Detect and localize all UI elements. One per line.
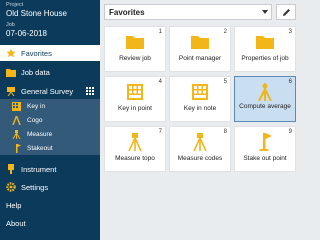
sub-item-key-in[interactable]: Key in [0,99,100,113]
keypad-icon [127,84,143,100]
tile-label: Measure topo [115,155,155,162]
sub-item-label: Measure [27,130,53,138]
tile-compute-average[interactable]: 6 Compute average [234,76,296,122]
instrument-icon [6,164,16,174]
keypad-icon [12,101,21,111]
favorites-grid: 1 Review job 2 Point manager 3 Propertie… [104,26,296,172]
grid-icon[interactable] [86,87,94,95]
tile-label: Review job [119,55,151,62]
folder-icon [126,36,144,49]
nav-label-job-data: Job data [21,67,50,77]
sub-item-cogo[interactable]: Cogo [0,113,100,127]
edit-button[interactable] [276,4,296,20]
chevron-down-icon [262,10,268,14]
nav-label-instrument: Instrument [21,164,57,174]
stakeout-icon [259,133,272,151]
nav-item-job-data[interactable]: Job data [0,64,100,80]
nav-label-help: Help [6,200,22,210]
tile-measure-codes[interactable]: 8 Measure codes [169,126,231,172]
folder-icon [6,67,16,77]
nav-item-general-survey[interactable]: General Survey [0,83,100,99]
tile-properties-of-job[interactable]: 3 Properties of job [234,26,296,72]
survey-icon [6,86,16,96]
tile-label: Measure codes [177,155,223,162]
sub-item-label: Stakeout [27,144,53,152]
nav-label-general-survey: General Survey [21,86,74,96]
dropdown-value: Favorites [109,7,145,17]
tile-label: Stake out point [243,155,287,162]
general-survey-submenu: Key in Cogo Measure Stakeout [0,99,100,155]
tripod-icon [12,129,21,139]
favorites-dropdown[interactable]: Favorites [104,4,272,20]
nav-menu: Favorites Job data General Survey Key in [0,45,100,231]
sub-item-measure[interactable]: Measure [0,127,100,141]
main-panel: Favorites 1 Review job 2 Point manager 3… [100,0,300,240]
tripod-icon [128,133,142,151]
folder-icon [191,36,209,49]
job-name: 07-06-2018 [6,29,47,38]
sidebar: Project Old Stone House Job 07-06-2018 F… [0,0,100,240]
tile-key-in-note[interactable]: 5 Key in note [169,76,231,122]
keypad-icon [192,84,208,100]
gear-icon [6,182,16,192]
tile-label: Point manager [178,55,222,62]
tile-label: Properties of job [241,55,289,62]
tile-review-job[interactable]: 1 Review job [104,26,166,72]
tile-key-in-point[interactable]: 4 Key in point [104,76,166,122]
compass-icon [12,115,21,125]
tile-label: Key in point [118,105,152,112]
nav-label-settings: Settings [21,182,49,192]
stakeout-icon [12,143,21,153]
tile-label: Compute average [239,103,291,110]
nav-item-help[interactable]: Help [0,197,100,213]
nav-item-about[interactable]: About [0,215,100,231]
nav-item-instrument[interactable]: Instrument [0,161,100,177]
folder-icon [256,36,274,49]
nav-label-favorites: Favorites [21,48,52,58]
nav-label-about: About [6,218,26,228]
tile-label: Key in note [183,105,217,112]
sub-item-label: Key in [27,102,46,110]
project-label: Project [6,2,24,8]
pencil-icon [282,8,290,16]
star-icon [6,48,16,58]
project-name: Old Stone House [6,9,67,18]
job-label: Job [6,22,15,28]
sub-item-stakeout[interactable]: Stakeout [0,141,100,155]
tile-point-manager[interactable]: 2 Point manager [169,26,231,72]
tripod-icon [193,133,207,151]
sub-item-label: Cogo [27,116,43,124]
project-info: Project Old Stone House Job 07-06-2018 [0,0,100,39]
tile-measure-topo[interactable]: 7 Measure topo [104,126,166,172]
survey-rod-icon [258,83,272,101]
tile-stake-out-point[interactable]: 9 Stake out point [234,126,296,172]
nav-item-settings[interactable]: Settings [0,179,100,195]
nav-item-favorites[interactable]: Favorites [0,45,100,61]
